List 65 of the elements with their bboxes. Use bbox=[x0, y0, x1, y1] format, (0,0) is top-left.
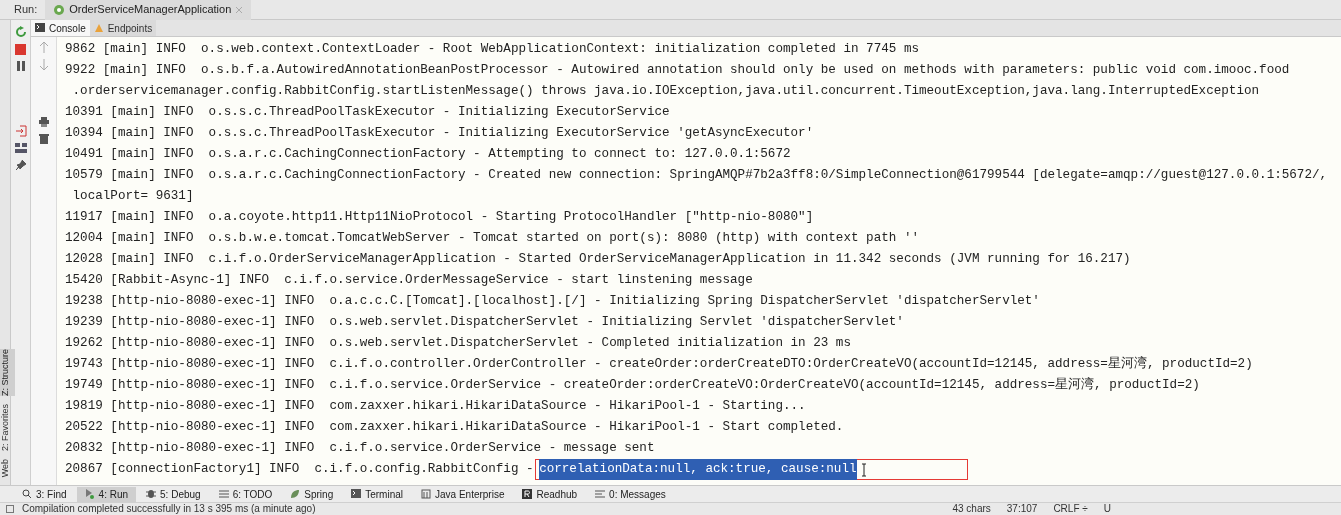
status-item: 37:107 bbox=[1006, 503, 1038, 515]
log-line: 19819 [http-nio-8080-exec-1] INFO com.zaxxer.hikari.HikariDataSource - HikariPool-1 - Starting... bbox=[65, 398, 806, 415]
log-line: localPort= 9631] bbox=[71, 188, 194, 205]
building-icon[interactable] bbox=[421, 489, 431, 499]
log-line: 12028 [main] INFO c.i.f.o.OrderServiceManagerApplication - Started OrderServiceManagerApplication in 11.342 seconds (JVM running for 16.217) bbox=[65, 251, 1131, 268]
tool-window-button[interactable]: 6: TODO bbox=[210, 486, 281, 502]
log-line: 19743 [http-nio-8080-exec-1] INFO c.i.f.o.controller.OrderController - createOrder:orderCreateDTO:OrderCreateVO(accountId=12145, address=星河湾, productId=2) bbox=[65, 355, 1253, 373]
log-line: 20522 [http-nio-8080-exec-1] INFO com.zaxxer.hikari.HikariDataSource - HikariPool-1 - Start completed. bbox=[65, 419, 844, 436]
lines-icon[interactable] bbox=[595, 489, 606, 499]
log-line: 11917 [main] INFO o.a.coyote.http11.Http11NioProtocol - Starting ProtocolHandler ["http-nio-8080"] bbox=[65, 209, 814, 226]
log-line: 20832 [http-nio-8080-exec-1] INFO c.i.f.o.service.OrderService - message sent bbox=[65, 440, 655, 457]
selected-text: correlationData:null, ack:true, cause:null bbox=[539, 459, 857, 480]
terminal-icon[interactable] bbox=[351, 489, 362, 499]
print-icon[interactable] bbox=[38, 117, 49, 127]
log-line: 19238 [http-nio-8080-exec-1] INFO o.a.c.c.C.[Tomcat].[localhost].[/] - Initializing Spring DispatcherServlet 'dispatcherServlet' bbox=[65, 293, 1040, 310]
app-icon[interactable] bbox=[53, 3, 66, 16]
layout-icon[interactable] bbox=[14, 143, 27, 153]
log-line: 15420 [Rabbit-Async-1] INFO c.i.f.o.service.OrderMessageService - start linstening message bbox=[65, 272, 753, 289]
tool-window-button[interactable]: 5: Debug bbox=[138, 486, 209, 502]
tool-window-button[interactable]: 0: Messages bbox=[587, 486, 674, 502]
pin-icon[interactable] bbox=[14, 159, 27, 171]
tool-window-button[interactable]: Spring bbox=[282, 486, 342, 502]
trash-icon[interactable] bbox=[38, 133, 49, 144]
tool-window-button[interactable]: 4: Run bbox=[76, 486, 137, 502]
log-line: 9862 [main] INFO o.s.web.context.ContextLoader - Root WebApplicationContext: initialization completed in 7745 ms bbox=[65, 41, 919, 58]
log-line: 19239 [http-nio-8080-exec-1] INFO o.s.web.servlet.DispatcherServlet - Initializing Servlet 'dispatcherServlet' bbox=[65, 314, 904, 331]
log-line: 12004 [main] INFO o.s.b.w.e.tomcat.TomcatWebServer - Tomcat started on port(s): 8080 (http) with context path '' bbox=[65, 230, 919, 247]
log-line: 10391 [main] INFO o.s.s.c.ThreadPoolTaskExecutor - Initializing ExecutorService bbox=[65, 104, 670, 121]
log-line: 10394 [main] INFO o.s.s.c.ThreadPoolTaskExecutor - Initializing ExecutorService 'getAsyncExecutor' bbox=[65, 125, 814, 142]
tool-window-button[interactable]: Java Enterprise bbox=[413, 486, 513, 502]
log-line: 10491 [main] INFO o.s.a.r.c.CachingConnectionFactory - Attempting to connect to: 127.0.0.1:5672 bbox=[65, 146, 791, 163]
status-message: Compilation completed successfully in 13 s 395 ms (a minute ago) bbox=[22, 503, 317, 515]
list-icon[interactable] bbox=[218, 489, 229, 499]
log-line: 20867 [connectionFactory1] INFO c.i.f.o.config.RabbitConfig - bbox=[65, 461, 535, 478]
tool-window-button[interactable]: Terminal bbox=[343, 486, 411, 502]
log-line: 9922 [main] INFO o.s.b.f.a.AutowiredAnnotationBeanPostProcessor - Autowired annotation should only be used on methods with parameters: public void com.imooc.food bbox=[65, 62, 1290, 79]
log-line: .orderservicemanager.config.RabbitConfig.startListenMessage() throws java.io.IOException,java.util.concurrent.TimeoutException,java.lang.InterruptedException bbox=[71, 83, 1260, 100]
run-label: Run: bbox=[14, 2, 38, 18]
down-arrow-icon[interactable] bbox=[38, 59, 49, 71]
status-item: CRLF ÷ bbox=[1053, 503, 1088, 515]
log-line: 19262 [http-nio-8080-exec-1] INFO o.s.web.servlet.DispatcherServlet - Completed initialization in 23 ms bbox=[65, 335, 851, 352]
pause-icon[interactable] bbox=[15, 61, 26, 71]
search-icon[interactable] bbox=[22, 489, 32, 499]
console-icon[interactable] bbox=[35, 23, 45, 33]
bug-icon[interactable] bbox=[146, 489, 157, 499]
console-tab[interactable]: Endpoints bbox=[89, 20, 157, 36]
rerun-icon[interactable] bbox=[14, 26, 27, 38]
run-tab[interactable]: OrderServiceManagerApplication bbox=[45, 0, 252, 20]
text-cursor-icon[interactable] bbox=[860, 462, 867, 477]
log-line: 19749 [http-nio-8080-exec-1] INFO c.i.f.o.service.OrderService - createOrder:orderCreateVO:OrderCreateVO(accountId=12145, address=星河湾, productId=2) bbox=[65, 376, 1200, 394]
side-tab[interactable]: Z: Structure bbox=[0, 348, 15, 396]
letter-r-icon[interactable] bbox=[522, 489, 533, 499]
status-item: 43 chars bbox=[952, 503, 991, 515]
tool-window-button[interactable]: Readhub bbox=[514, 486, 586, 502]
exit-icon[interactable] bbox=[14, 125, 27, 137]
tool-window-button[interactable]: 3: Find bbox=[14, 486, 75, 502]
log-line: 10579 [main] INFO o.s.a.r.c.CachingConnectionFactory - Created new connection: SpringAMQP#7b2a3ff8:0/SimpleConnection@61799544 [delegate=amqp://guest@127.0.0.1:5672/, bbox=[65, 167, 1328, 184]
play-icon[interactable] bbox=[84, 489, 95, 499]
console-tab[interactable]: Console bbox=[31, 20, 90, 36]
up-arrow-icon[interactable] bbox=[38, 41, 49, 53]
status-item: U bbox=[1103, 503, 1111, 515]
leaf-icon[interactable] bbox=[290, 489, 301, 499]
side-tab[interactable]: Web bbox=[0, 458, 15, 477]
status-box-icon[interactable] bbox=[6, 505, 14, 513]
side-tab[interactable]: 2: Favorites bbox=[0, 403, 15, 451]
